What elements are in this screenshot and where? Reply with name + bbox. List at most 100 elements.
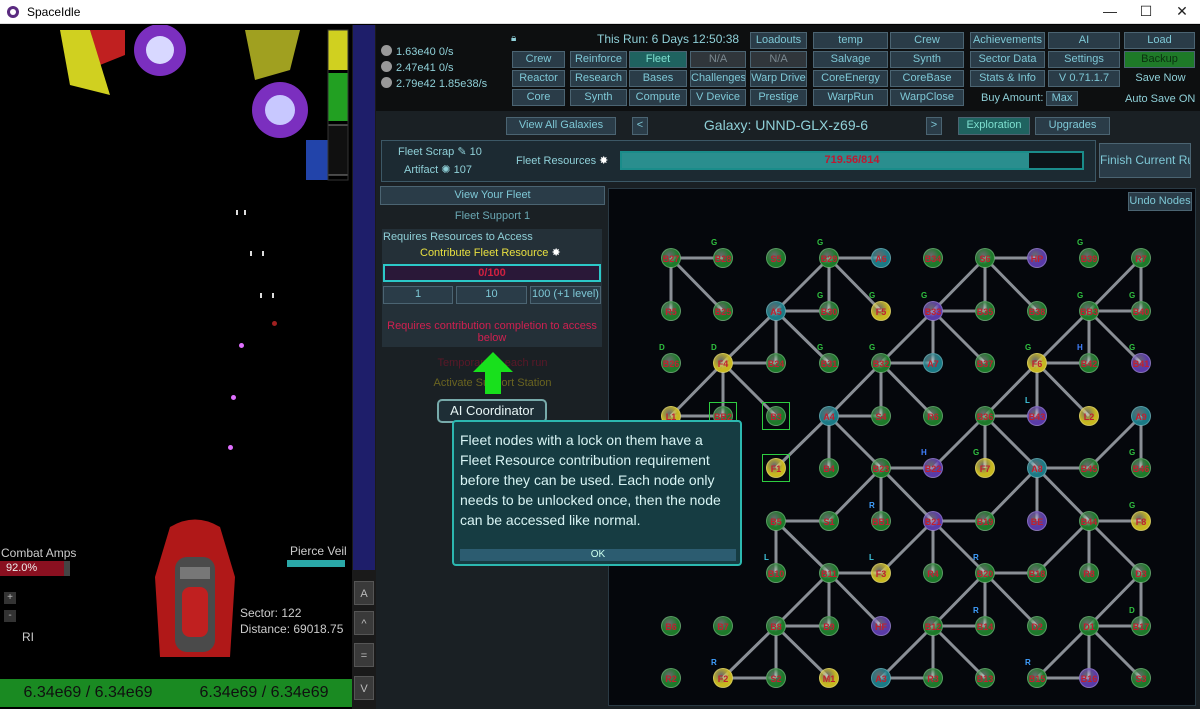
tab-exploration[interactable]: Exploration: [958, 117, 1030, 135]
node-r4[interactable]: R4: [923, 563, 943, 583]
node-hf[interactable]: HF: [871, 616, 891, 636]
node-bb1[interactable]: BB1: [871, 511, 891, 531]
node-m1[interactable]: M1: [819, 668, 839, 688]
node-b18[interactable]: B18: [1027, 563, 1047, 583]
synth-button-2[interactable]: Synth: [890, 51, 964, 68]
load-button[interactable]: Load: [1124, 32, 1195, 49]
contribute-10-button[interactable]: 10: [456, 286, 527, 304]
node-f4[interactable]: F4: [713, 353, 733, 373]
ai-button[interactable]: AI: [1048, 32, 1120, 49]
reactor-button[interactable]: Reactor: [512, 70, 565, 87]
node-s3[interactable]: S3: [1131, 668, 1151, 688]
node-b4[interactable]: B4: [819, 458, 839, 478]
node-b21[interactable]: B21: [923, 511, 943, 531]
close-icon[interactable]: ✕: [1164, 0, 1200, 24]
contribute-1-button[interactable]: 1: [383, 286, 453, 304]
achievements-button[interactable]: Achievements: [970, 32, 1045, 49]
node-a4[interactable]: A4: [819, 406, 839, 426]
node-b39[interactable]: B39: [1079, 248, 1099, 268]
node-b29[interactable]: B29: [819, 248, 839, 268]
node-b32[interactable]: B32: [871, 353, 891, 373]
node-b26[interactable]: B26: [661, 353, 681, 373]
node-s5[interactable]: S5: [766, 248, 786, 268]
node-b20[interactable]: B20: [975, 563, 995, 583]
settings-button[interactable]: Settings: [1048, 51, 1120, 68]
compute-button[interactable]: Compute: [629, 89, 687, 106]
node-b31[interactable]: B31: [819, 353, 839, 373]
node-f6[interactable]: F6: [1027, 353, 1047, 373]
node-be[interactable]: BE: [1027, 511, 1047, 531]
node-b37[interactable]: B37: [975, 353, 995, 373]
node-b25[interactable]: B25: [713, 301, 733, 321]
side-button-v[interactable]: V: [354, 676, 374, 700]
contribute-100-button[interactable]: 100 (+1 level): [530, 286, 601, 304]
core-base-button[interactable]: CoreBase: [890, 70, 964, 87]
next-galaxy-button[interactable]: >: [926, 117, 942, 135]
node-b33[interactable]: B33: [923, 301, 943, 321]
node-a8[interactable]: A8: [1027, 458, 1047, 478]
node-r2[interactable]: R2: [661, 668, 681, 688]
side-button-equal[interactable]: =: [354, 643, 374, 667]
node-b43[interactable]: B43: [1027, 406, 1047, 426]
crew-button-2[interactable]: Crew: [890, 32, 964, 49]
node-b46[interactable]: B46: [1131, 458, 1151, 478]
node-b44[interactable]: B44: [1079, 511, 1099, 531]
node-b34[interactable]: B34: [923, 248, 943, 268]
node-b11[interactable]: B11: [819, 563, 839, 583]
warp-drive-button[interactable]: Warp Drive: [750, 70, 807, 87]
node-d1[interactable]: D1: [1079, 616, 1099, 636]
node-b7[interactable]: B7: [713, 616, 733, 636]
na-button[interactable]: N/A: [690, 51, 746, 68]
node-b8[interactable]: B8: [766, 616, 786, 636]
node-r7[interactable]: R7: [1131, 248, 1151, 268]
node-b16[interactable]: B16: [1079, 668, 1099, 688]
core-button[interactable]: Core: [512, 89, 565, 106]
node-f7[interactable]: F7: [975, 458, 995, 478]
node-b15[interactable]: B15: [1027, 668, 1047, 688]
reinforce-button[interactable]: Reinforce: [570, 51, 627, 68]
node-a6[interactable]: A6: [871, 248, 891, 268]
node-b22[interactable]: B22: [923, 458, 943, 478]
node-d3[interactable]: D3: [1131, 563, 1151, 583]
node-l2[interactable]: L2: [1079, 406, 1099, 426]
node-r3[interactable]: R3: [923, 668, 943, 688]
node-b23[interactable]: B23: [871, 458, 891, 478]
node-r8[interactable]: R8: [1079, 563, 1099, 583]
node-b5[interactable]: B5: [766, 511, 786, 531]
node-f2[interactable]: F2: [713, 668, 733, 688]
save-now-button[interactable]: Save Now: [1126, 72, 1195, 84]
synth-button[interactable]: Synth: [570, 89, 627, 106]
bases-button[interactable]: Bases: [629, 70, 687, 87]
view-all-galaxies-button[interactable]: View All Galaxies: [506, 117, 616, 135]
temp-button[interactable]: temp: [813, 32, 888, 49]
warp-close-button[interactable]: WarpClose: [890, 89, 964, 106]
maximize-icon[interactable]: ☐: [1128, 0, 1164, 24]
node-s2[interactable]: S2: [766, 668, 786, 688]
node-r5[interactable]: R5: [661, 301, 681, 321]
node-a5[interactable]: A5: [766, 301, 786, 321]
node-b42[interactable]: B42: [1079, 353, 1099, 373]
warp-run-button[interactable]: WarpRun: [813, 89, 888, 106]
node-b40[interactable]: B40: [1131, 301, 1151, 321]
v-device-button[interactable]: V Device: [690, 89, 746, 106]
backup-button[interactable]: Backup: [1124, 51, 1195, 68]
node-s6[interactable]: S6: [975, 248, 995, 268]
node-b17[interactable]: B17: [1131, 616, 1151, 636]
node-b27[interactable]: B27: [661, 248, 681, 268]
loadouts-button[interactable]: Loadouts: [750, 32, 807, 49]
node-hp[interactable]: HP: [1027, 248, 1047, 268]
node-a3[interactable]: A3: [871, 668, 891, 688]
version-button[interactable]: V 0.71.1.7: [1048, 70, 1120, 87]
node-f5[interactable]: F5: [871, 301, 891, 321]
node-b35[interactable]: B35: [975, 301, 995, 321]
side-button-up[interactable]: ^: [354, 611, 374, 635]
node-b36[interactable]: B36: [975, 406, 995, 426]
crew-button[interactable]: Crew: [512, 51, 565, 68]
zoom-out-button[interactable]: -: [4, 610, 16, 622]
finish-run-button[interactable]: Finish Current Run: [1099, 143, 1191, 178]
node-bb3[interactable]: BB3: [1079, 301, 1099, 321]
node-b19[interactable]: B19: [975, 511, 995, 531]
undo-nodes-button[interactable]: Undo Nodes: [1128, 192, 1192, 211]
node-a7[interactable]: A7: [923, 353, 943, 373]
stats-info-button[interactable]: Stats & Info: [970, 70, 1045, 87]
